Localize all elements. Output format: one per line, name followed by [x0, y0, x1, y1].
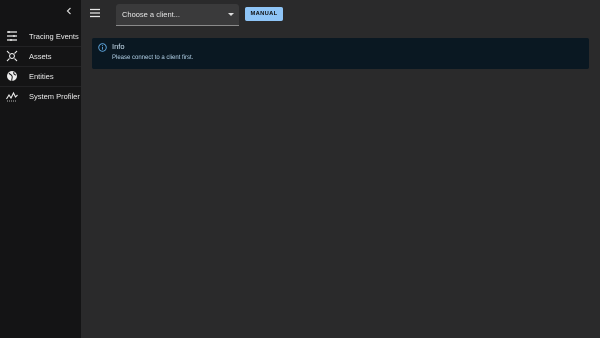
app: Tracing Events Assets Entities System Pr…	[0, 0, 600, 338]
dropdown-arrow-icon	[228, 13, 234, 16]
sidebar-item-label: Entities	[29, 71, 54, 81]
client-select-value: Choose a client...	[122, 10, 180, 19]
sidebar-item-label: System Profiler	[29, 91, 80, 101]
client-select[interactable]: Choose a client...	[116, 4, 239, 26]
sidebar-item-assets[interactable]: Assets	[0, 46, 81, 66]
sidebar-item-label: Assets	[29, 51, 52, 61]
chevron-left-icon	[66, 7, 71, 15]
menu-button[interactable]	[89, 6, 101, 18]
tracing-events-icon	[7, 31, 17, 41]
alert-message: Please connect to a client first.	[112, 55, 194, 61]
sidebar-item-system-profiler[interactable]: System Profiler	[0, 86, 81, 106]
profiler-icon	[6, 91, 18, 102]
assets-icon	[6, 50, 18, 62]
info-icon	[98, 43, 107, 52]
manual-button[interactable]: MANUAL	[245, 7, 283, 21]
sidebar-item-entities[interactable]: Entities	[0, 66, 81, 86]
info-alert: Info Please connect to a client first.	[92, 38, 589, 69]
hamburger-menu-icon	[90, 8, 100, 18]
collapse-sidebar-button[interactable]	[62, 4, 76, 18]
alert-title: Info	[112, 42, 125, 51]
globe-icon	[7, 71, 17, 82]
sidebar-item-label: Tracing Events	[29, 31, 79, 41]
sidebar: Tracing Events Assets Entities System Pr…	[0, 0, 81, 338]
sidebar-item-tracing-events[interactable]: Tracing Events	[0, 26, 81, 46]
